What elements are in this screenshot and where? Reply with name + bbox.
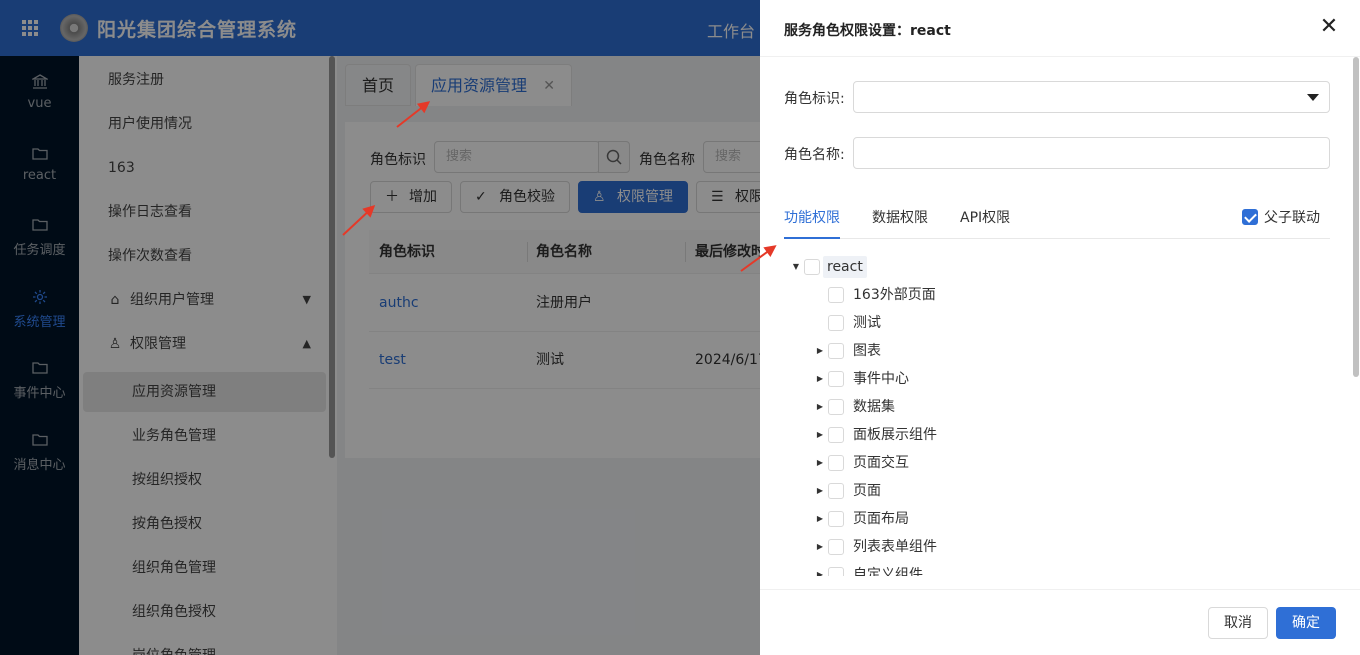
tab-api-permission[interactable]: API权限 (960, 207, 1010, 227)
tree-checkbox[interactable] (828, 315, 844, 331)
tree-node-label: 面板展示组件 (853, 427, 937, 443)
caret-right-icon[interactable]: ▶ (814, 449, 826, 477)
role-name-input[interactable] (853, 137, 1330, 169)
parent-child-linkage[interactable]: 父子联动 (1242, 207, 1320, 227)
caret-right-icon[interactable]: ▶ (814, 337, 826, 365)
tabs-divider (784, 238, 1330, 239)
permission-tree: ▼ react 163外部页面 测试 ▶ 图表 ▶ 事件中心 ▶ 数据集 ▶ 面… (760, 253, 1350, 576)
tree-node-label: 页面布局 (853, 511, 909, 527)
divider (760, 56, 1360, 57)
tree-node-label: 自定义组件 (853, 567, 923, 576)
tree-node-label: 页面交互 (853, 455, 909, 471)
close-icon[interactable]: ✕ (1319, 16, 1339, 38)
tree-node-label: 163外部页面 (853, 287, 936, 303)
caret-right-icon[interactable]: ▶ (814, 561, 826, 576)
tree-node-label: 页面 (853, 483, 881, 499)
tree-checkbox[interactable] (828, 287, 844, 303)
linkage-checkbox[interactable] (1242, 208, 1258, 225)
caret-right-icon[interactable]: ▶ (814, 533, 826, 561)
active-tab-indicator (784, 237, 840, 239)
tree-checkbox[interactable] (828, 371, 844, 387)
tree-checkbox[interactable] (828, 399, 844, 415)
tree-node-label: 测试 (853, 315, 881, 331)
tree-node-label: react (823, 256, 867, 278)
tree-node-label: 图表 (853, 343, 881, 359)
ok-button[interactable]: 确定 (1276, 607, 1336, 639)
permission-drawer: 服务角色权限设置：react ✕ 角色标识: 角色名称: 功能权限 数据权限 A… (760, 0, 1360, 655)
tree-checkbox[interactable] (828, 343, 844, 359)
tree-checkbox[interactable] (828, 455, 844, 471)
caret-down-icon[interactable]: ▼ (790, 253, 802, 281)
tab-function-permission[interactable]: 功能权限 (784, 207, 840, 227)
drawer-scrollbar[interactable] (1352, 57, 1360, 589)
tree-node-label: 列表表单组件 (853, 539, 937, 555)
scrollbar-thumb[interactable] (1353, 57, 1359, 377)
role-name-label: 角色名称: (784, 147, 845, 163)
role-id-select[interactable] (853, 81, 1330, 113)
caret-right-icon[interactable]: ▶ (814, 477, 826, 505)
linkage-label: 父子联动 (1264, 210, 1320, 226)
tree-checkbox[interactable] (828, 567, 844, 576)
tree-checkbox[interactable] (804, 259, 820, 275)
tree-checkbox[interactable] (828, 511, 844, 527)
cancel-button[interactable]: 取消 (1208, 607, 1268, 639)
caret-right-icon[interactable]: ▶ (814, 393, 826, 421)
tree-checkbox[interactable] (828, 483, 844, 499)
tree-checkbox[interactable] (828, 427, 844, 443)
caret-down-icon (1307, 94, 1319, 101)
tree-node-label: 事件中心 (853, 371, 909, 387)
caret-right-icon[interactable]: ▶ (814, 365, 826, 393)
role-id-label: 角色标识: (784, 91, 845, 107)
tab-data-permission[interactable]: 数据权限 (872, 207, 928, 227)
tree-checkbox[interactable] (828, 539, 844, 555)
drawer-title: 服务角色权限设置：react (784, 23, 951, 39)
tree-node-label: 数据集 (853, 399, 895, 415)
caret-right-icon[interactable]: ▶ (814, 421, 826, 449)
caret-right-icon[interactable]: ▶ (814, 505, 826, 533)
footer-divider (760, 589, 1360, 590)
